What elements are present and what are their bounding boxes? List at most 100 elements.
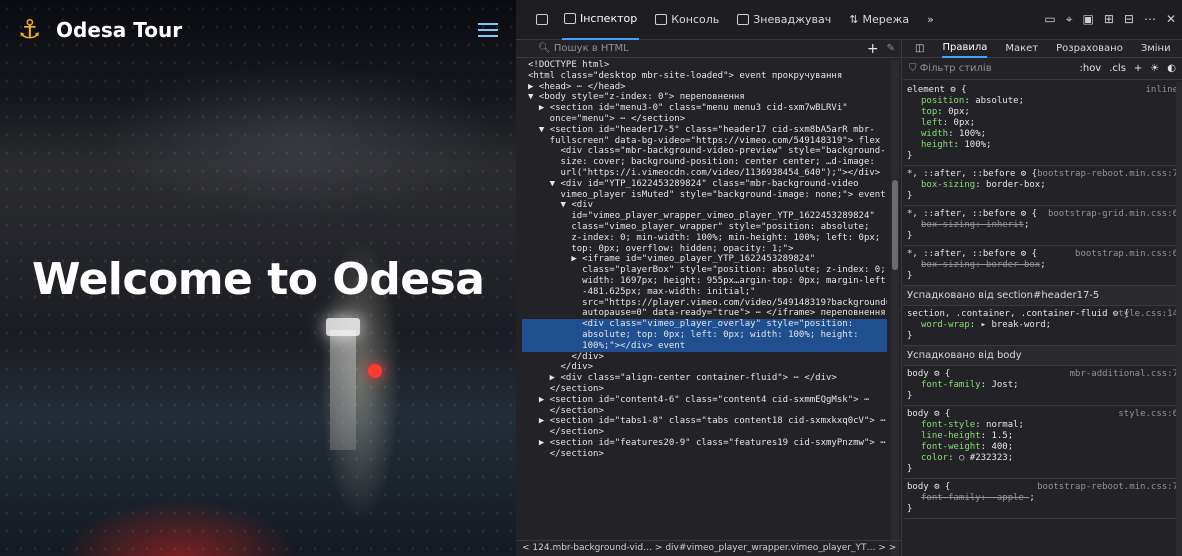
rules-scrollbar[interactable] xyxy=(1176,82,1182,556)
more-tabs-icon[interactable]: » xyxy=(925,0,936,40)
html-search[interactable]: 🔍︎ Пошук в HTML + ✎ xyxy=(516,40,901,58)
property-value[interactable]: 100% xyxy=(959,129,981,139)
property-value[interactable]: 1.5 xyxy=(991,431,1007,441)
property-name[interactable]: font-family xyxy=(921,493,981,503)
css-declaration[interactable]: color: ○ #232323; xyxy=(907,453,1168,464)
rule-source-link[interactable]: bootstrap-reboot.min.css:7 xyxy=(1037,169,1178,180)
html-node-row[interactable]: ▼ <div id="YTP_1622453289824" class="mbr… xyxy=(522,179,887,190)
cls-toggle[interactable]: .cls xyxy=(1109,63,1126,74)
property-name[interactable]: left xyxy=(921,118,943,128)
property-value[interactable]: border-box xyxy=(986,260,1040,270)
tab-network[interactable]: ⇅ Мережа xyxy=(847,0,911,40)
html-node-row[interactable]: class="playerBox" style="position: absol… xyxy=(522,265,887,276)
rule-source-link[interactable]: style.css:14 xyxy=(1113,309,1178,320)
breadcrumb[interactable]: < 124.mbr-background-vid… > div#vimeo_pl… xyxy=(516,540,901,556)
html-node-row[interactable]: ▶ <iframe id="vimeo_player_YTP_162245328… xyxy=(522,254,887,265)
property-value[interactable]: ○ #232323 xyxy=(959,453,1008,463)
css-declaration[interactable]: left: 0px; xyxy=(907,118,1168,129)
html-node-row[interactable]: ▼ <div xyxy=(522,200,887,211)
html-node-row[interactable]: ▶ <div class="align-center container-flu… xyxy=(522,373,887,384)
close-icon[interactable]: ✕ xyxy=(1166,12,1176,27)
dock-icon[interactable]: ⊟ xyxy=(1124,12,1134,27)
property-name[interactable]: width xyxy=(921,129,948,139)
css-rule[interactable]: style.css:6 body ⚙ {font-style: normal; li… xyxy=(903,406,1182,479)
property-name[interactable]: line-height xyxy=(921,431,981,441)
html-node-row[interactable]: </section> xyxy=(522,406,887,417)
html-node-row[interactable]: </div> xyxy=(522,362,887,373)
property-value[interactable]: normal xyxy=(986,420,1019,430)
html-node-row[interactable]: z-index: 0; min-width: 100%; min-height:… xyxy=(522,233,887,244)
property-value[interactable]: absolute xyxy=(975,96,1018,106)
css-declaration[interactable]: font-weight: 400; xyxy=(907,442,1168,453)
pick-color-icon[interactable]: ⌖ xyxy=(1066,12,1073,27)
html-node-row[interactable]: </div> xyxy=(522,352,887,363)
screenshot-icon[interactable]: ▣ xyxy=(1082,12,1093,27)
css-rule[interactable]: bootstrap.min.css:6 *, ::after, ::before … xyxy=(903,246,1182,286)
css-rule[interactable]: inline element ⚙ {position: absolute; top:… xyxy=(903,82,1182,166)
html-node-row[interactable]: ▶ <section id="tabs1-8" class="tabs cont… xyxy=(522,416,887,427)
html-node-row[interactable]: id="vimeo_player_wrapper_vimeo_player_YT… xyxy=(522,211,887,222)
rule-source-link[interactable]: bootstrap-grid.min.css:6 xyxy=(1048,209,1178,220)
html-node-row[interactable]: -481.625px; max-width: initial;" xyxy=(522,287,887,298)
rule-source-link[interactable]: style.css:6 xyxy=(1118,409,1178,420)
tree-scrollbar[interactable] xyxy=(891,60,899,556)
html-node-row[interactable]: width: 1697px; height: 955px…argin-top: … xyxy=(522,276,887,287)
hamburger-menu-icon[interactable] xyxy=(478,23,498,37)
css-declaration[interactable]: line-height: 1.5; xyxy=(907,431,1168,442)
style-filter[interactable]: ⛉ Фільтр стилів :hov .cls + ☀ ◐ xyxy=(903,58,1182,80)
property-value[interactable]: 0px xyxy=(954,118,970,128)
html-node-row[interactable]: vimeo_player isMuted" style="background-… xyxy=(522,190,887,201)
property-name[interactable]: color xyxy=(921,453,948,463)
html-node-row[interactable]: top: 0px; overflow: hidden; opacity: 1;"… xyxy=(522,244,887,255)
eyedropper-icon[interactable]: ✎ xyxy=(887,43,895,54)
property-name[interactable]: top xyxy=(921,107,937,117)
html-node-row[interactable]: ▶ <section id="content4-6" class="conten… xyxy=(522,395,887,406)
html-node-row[interactable]: <div class="mbr-background-video-preview… xyxy=(522,146,887,157)
responsive-icon[interactable]: ▭ xyxy=(1044,12,1055,27)
property-value[interactable]: Jost xyxy=(991,380,1013,390)
tab-inspector[interactable]: Інспектор xyxy=(562,0,640,40)
property-value[interactable]: 400 xyxy=(991,442,1007,452)
property-name[interactable]: height xyxy=(921,140,954,150)
css-declaration[interactable]: box-sizing: border-box; xyxy=(907,180,1168,191)
anchor-icon[interactable]: ⚓ xyxy=(18,16,46,44)
html-node-row[interactable]: <html class="desktop mbr-site-loaded"> e… xyxy=(522,71,887,82)
css-rule[interactable]: style.css:14 section, .container, .contai… xyxy=(903,306,1182,346)
html-node-row[interactable]: ▶ <section id="menu3-0" class="menu menu… xyxy=(522,103,887,114)
css-declaration[interactable]: box-sizing: inherit; xyxy=(907,220,1168,231)
property-name[interactable]: font-family xyxy=(921,380,981,390)
html-node-row[interactable]: </section> xyxy=(522,449,887,460)
css-rule[interactable]: bootstrap-reboot.min.css:7 *, ::after, ::… xyxy=(903,166,1182,206)
css-declaration[interactable]: height: 100%; xyxy=(907,140,1168,151)
tab-rules[interactable]: Правила xyxy=(942,40,988,58)
html-node-row[interactable]: ▼ <body style="z-index: 0"> переповнення xyxy=(522,92,887,103)
html-node-row[interactable]: autopause=0" data-ready="true"> ⋯ </ifra… xyxy=(522,308,887,319)
html-node-row[interactable]: </section> xyxy=(522,384,887,395)
css-rule[interactable]: bootstrap-reboot.min.css:7 body ⚙ {font-f… xyxy=(903,479,1182,519)
css-declaration[interactable]: top: 0px; xyxy=(907,107,1168,118)
property-name[interactable]: font-weight xyxy=(921,442,981,452)
property-value[interactable]: border-box xyxy=(986,180,1040,190)
css-rule[interactable]: mbr-additional.css:7 body ⚙ {font-family:… xyxy=(903,366,1182,406)
tab-computed[interactable]: Розраховано xyxy=(1056,43,1123,54)
property-name[interactable]: word-wrap xyxy=(921,320,970,330)
css-declaration[interactable]: font-family: Jost; xyxy=(907,380,1168,391)
html-node-row[interactable]: ▼ <section id="header17-5" class="header… xyxy=(522,125,887,136)
tab-debugger[interactable]: Зневаджувач xyxy=(735,0,833,40)
property-name[interactable]: font-style xyxy=(921,420,975,430)
property-value[interactable]: 100% xyxy=(964,140,986,150)
css-declaration[interactable]: font-style: normal; xyxy=(907,420,1168,431)
html-node-row[interactable]: ▶ <section id="features20-9" class="feat… xyxy=(522,438,887,449)
rule-source-link[interactable]: bootstrap.min.css:6 xyxy=(1075,249,1178,260)
html-node-row[interactable]: <!DOCTYPE html> xyxy=(522,60,887,71)
rule-source-link[interactable]: inline xyxy=(1145,85,1178,96)
html-node-row[interactable]: <div class="vimeo_player_overlay" style=… xyxy=(522,319,887,330)
html-node-row[interactable]: src="https://player.vimeo.com/video/5491… xyxy=(522,298,887,309)
property-value[interactable]: 0px xyxy=(948,107,964,117)
property-value[interactable]: ▸ break-word xyxy=(981,320,1046,330)
tab-changes[interactable]: Зміни xyxy=(1141,43,1171,54)
css-declaration[interactable]: width: 100%; xyxy=(907,129,1168,140)
css-rule[interactable]: bootstrap-grid.min.css:6 *, ::after, ::be… xyxy=(903,206,1182,246)
html-node-row[interactable]: ▶ <head> ⋯ </head> xyxy=(522,82,887,93)
property-name[interactable]: box-sizing xyxy=(921,220,975,230)
